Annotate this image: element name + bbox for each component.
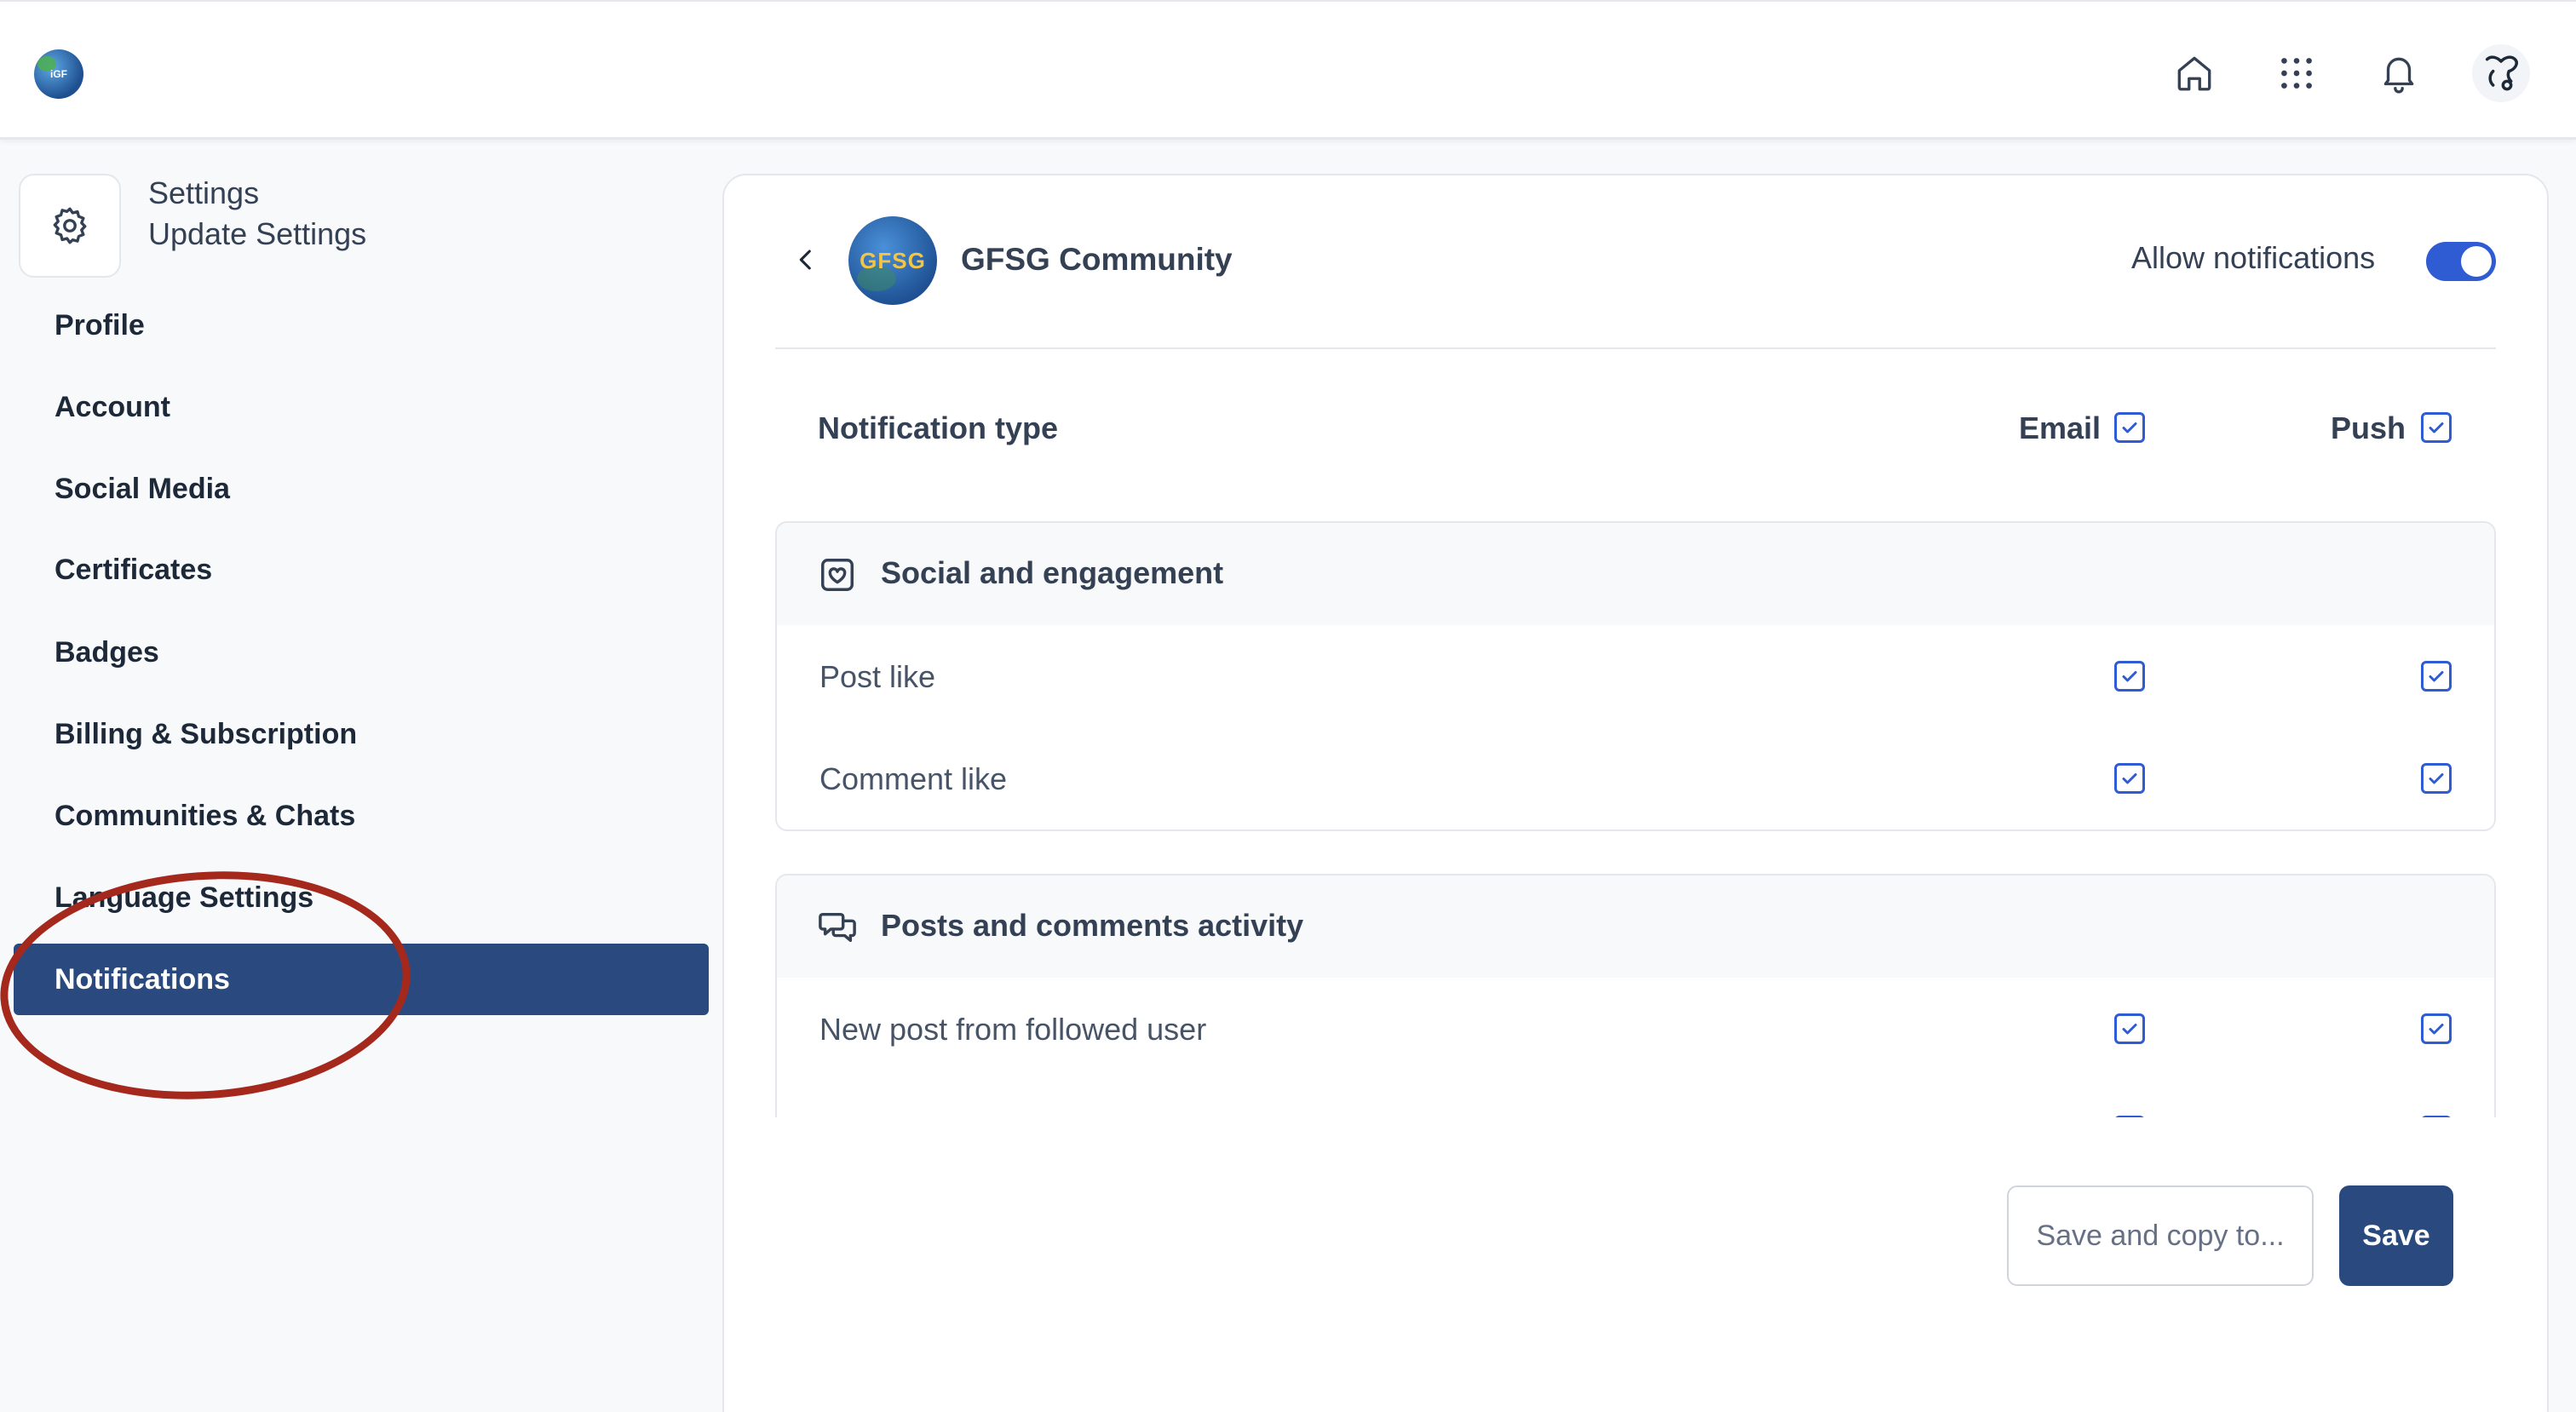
chat-bubbles-icon — [819, 912, 856, 943]
community-logo-text: GFSG — [860, 247, 926, 273]
sidebar-item-label: Profile — [55, 308, 145, 342]
sidebar-item-communities[interactable]: Communities & Chats — [14, 780, 709, 852]
heart-box-icon — [821, 559, 854, 591]
allow-notifications-toggle[interactable] — [2426, 242, 2496, 281]
sidebar-item-label: Notifications — [55, 962, 230, 996]
check-icon — [2122, 422, 2137, 433]
save-button[interactable]: Save — [2339, 1185, 2453, 1286]
back-button[interactable] — [789, 238, 823, 281]
sidebar-title: Settings — [148, 175, 260, 210]
community-name: GFSG Community — [961, 242, 1233, 277]
sidebar-item-label: Language Settings — [55, 881, 314, 914]
next-row-email-checkbox[interactable] — [2114, 1116, 2145, 1117]
check-icon — [2429, 1024, 2444, 1035]
post-like-email-checkbox[interactable] — [2114, 661, 2145, 692]
sidebar-item-social-media[interactable]: Social Media — [14, 453, 709, 525]
post-like-push-checkbox[interactable] — [2421, 661, 2452, 692]
check-icon — [2429, 773, 2444, 784]
sidebar-item-notifications[interactable]: Notifications — [14, 944, 709, 1015]
community-logo: GFSG — [848, 216, 937, 305]
sidebar-item-badges[interactable]: Badges — [14, 617, 709, 688]
sidebar-item-label: Social Media — [55, 472, 230, 505]
sidebar-item-label: Communities & Chats — [55, 799, 356, 832]
check-icon — [2429, 671, 2444, 682]
comment-like-push-checkbox[interactable] — [2421, 763, 2452, 794]
row-label-new-post-followed: New post from followed user — [819, 1012, 1207, 1047]
sidebar-item-label: Billing & Subscription — [55, 717, 358, 750]
new-post-push-checkbox[interactable] — [2421, 1013, 2452, 1044]
sidebar-subtitle: Update Settings — [148, 216, 367, 251]
sidebar-item-account[interactable]: Account — [14, 371, 709, 443]
check-icon — [2122, 671, 2137, 682]
sidebar-item-certificates[interactable]: Certificates — [14, 534, 709, 606]
sidebar-item-language[interactable]: Language Settings — [14, 862, 709, 933]
settings-icon-card — [19, 174, 121, 278]
check-icon — [2122, 773, 2137, 784]
push-column-header: Push — [2331, 410, 2406, 445]
home-icon[interactable] — [2167, 46, 2222, 100]
check-icon — [2122, 1024, 2137, 1035]
comment-like-email-checkbox[interactable] — [2114, 763, 2145, 794]
row-label-comment-like: Comment like — [819, 761, 1008, 796]
group-title: Social and engagement — [881, 555, 1224, 590]
gear-icon — [53, 207, 87, 244]
group-title: Posts and comments activity — [881, 908, 1304, 943]
top-bar: iGF — [0, 0, 2576, 140]
app-logo[interactable]: iGF — [34, 49, 83, 99]
row-label-post-like: Post like — [819, 659, 936, 694]
save-and-copy-button[interactable]: Save and copy to... — [2007, 1185, 2314, 1286]
toggle-knob — [2461, 246, 2492, 277]
group-header: Posts and comments activity — [777, 875, 2494, 978]
apps-grid-icon[interactable] — [2269, 46, 2324, 100]
sidebar-item-billing[interactable]: Billing & Subscription — [14, 698, 709, 770]
group-card-social: Social and engagement Post like Comment … — [775, 521, 2496, 831]
allow-notifications-label: Allow notifications — [2131, 240, 2376, 275]
notification-type-header: Notification type — [818, 410, 1059, 445]
user-avatar[interactable] — [2472, 44, 2530, 102]
sidebar-item-label: Certificates — [55, 553, 213, 586]
group-header: Social and engagement — [777, 523, 2494, 625]
email-select-all-checkbox[interactable] — [2114, 412, 2145, 443]
sidebar-item-label: Badges — [55, 635, 159, 669]
header-divider — [775, 347, 2496, 349]
notifications-scroll-area[interactable]: Posts and comments activity New post fro… — [775, 869, 2496, 1117]
check-icon — [2429, 422, 2444, 433]
bell-icon[interactable] — [2372, 46, 2426, 100]
group-card-posts: Posts and comments activity New post fro… — [775, 874, 2496, 1117]
sidebar-item-profile[interactable]: Profile — [14, 290, 709, 361]
logo-text: iGF — [50, 68, 67, 80]
push-select-all-checkbox[interactable] — [2421, 412, 2452, 443]
new-post-email-checkbox[interactable] — [2114, 1013, 2145, 1044]
sidebar-item-label: Account — [55, 390, 170, 423]
email-column-header: Email — [2019, 410, 2102, 445]
next-row-push-checkbox[interactable] — [2421, 1116, 2452, 1117]
chevron-left-icon — [799, 250, 811, 270]
